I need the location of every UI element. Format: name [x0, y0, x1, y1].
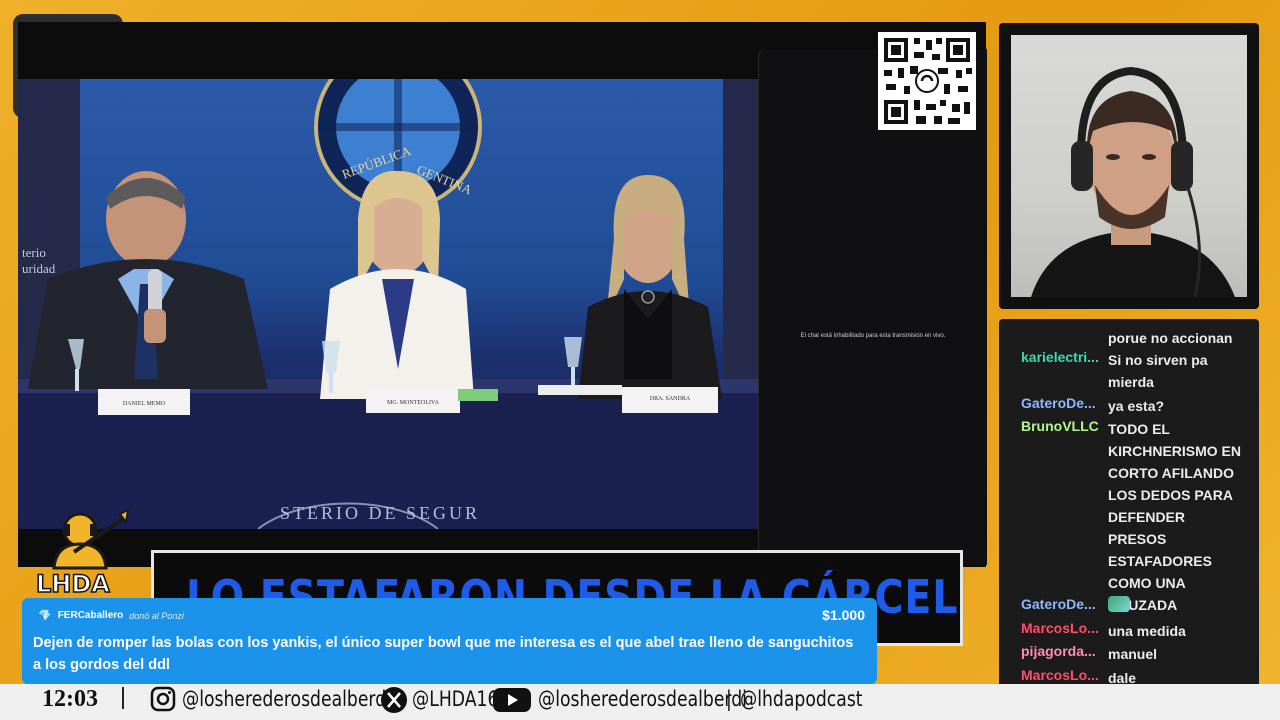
webcam-feed [999, 23, 1259, 309]
chat-text: TODO EL KIRCHNERISMO EN CORTO AFILANDO L… [1108, 421, 1242, 613]
press-conference-scene: terio uridad REPÚBLICA GENTINA STERIO DE… [18, 79, 758, 529]
youtube-handle[interactable]: @losherederosdealberdi [538, 684, 747, 714]
lhda-badge-text: LHDA [35, 569, 110, 599]
chat-text: una medida [1108, 623, 1186, 639]
donor-name: FERCaballero [57, 610, 124, 621]
donor-action: donó al Ponzi [129, 610, 184, 621]
chat-username[interactable]: MarcosLo... [1021, 620, 1101, 636]
donation-amount: $1.000 [822, 607, 865, 623]
social-bar: 12:03 @losherederosdealberdi @LHDA16 @lo… [0, 684, 1280, 720]
main-video[interactable]: terio uridad REPÚBLICA GENTINA STERIO DE… [18, 22, 987, 567]
chat-username[interactable]: MarcosLo... [1021, 667, 1101, 683]
qr-code-icon [884, 38, 972, 124]
donation-alert: 💎 FERCaballero donó al Ponzi $1.000 Deje… [22, 598, 877, 684]
scene-illustration: terio uridad REPÚBLICA GENTINA STERIO DE… [18, 79, 758, 529]
chat-username[interactable]: BrunoVLLC [1021, 418, 1101, 434]
lhda-badge: LHDA [30, 508, 134, 600]
svg-text:STERIO DE SEGUR: STERIO DE SEGUR [280, 503, 480, 523]
chat-text: manuel [1108, 646, 1158, 662]
chat-emote-icon [1108, 596, 1130, 612]
donor-row: 💎 FERCaballero donó al Ponzi [38, 609, 184, 622]
chat-username[interactable]: GateroDe... [1021, 596, 1101, 612]
svg-text:DANIEL MEMO: DANIEL MEMO [123, 401, 166, 407]
svg-text:MG. MONTEOLIVA: MG. MONTEOLIVA [387, 400, 440, 406]
chat-disabled-notice: El chat está inhabilitado para esta tran… [800, 333, 946, 339]
x-logo-icon [381, 687, 407, 713]
qr-code[interactable] [878, 32, 976, 130]
svg-text:terio: terio [22, 245, 46, 260]
chat-text: ya esta? [1108, 398, 1165, 414]
instagram-handle[interactable]: @losherederosdealberdi [182, 684, 391, 714]
clock: 12:03 [42, 686, 98, 712]
live-chat[interactable]: porue no accionan karielectri... Si no sir… [999, 319, 1259, 706]
streamer-illustration [1031, 66, 1235, 297]
x-handle[interactable]: @LHDA16 [412, 684, 498, 714]
separator [122, 687, 124, 709]
svg-text:uridad: uridad [22, 261, 56, 276]
instagram-icon [150, 686, 176, 712]
heart-icon: 💎 [38, 610, 52, 622]
chat-username[interactable]: GateroDe... [1021, 395, 1101, 411]
chat-text: porue no accionan [1108, 330, 1233, 346]
chat-username[interactable]: pijagorda... [1021, 643, 1101, 659]
chat-text: Si no sirven pa mierda [1108, 352, 1208, 390]
svg-text:DRA. SANDRA: DRA. SANDRA [650, 396, 691, 402]
podcast-handle[interactable]: @lhdapodcast [740, 684, 863, 714]
chat-username[interactable]: karielectri... [1021, 349, 1101, 365]
divider: | [726, 687, 732, 711]
streamer-camera [1011, 35, 1247, 297]
donation-message: Dejen de romper las bolas con los yankis… [33, 635, 854, 673]
youtube-icon [493, 688, 531, 712]
